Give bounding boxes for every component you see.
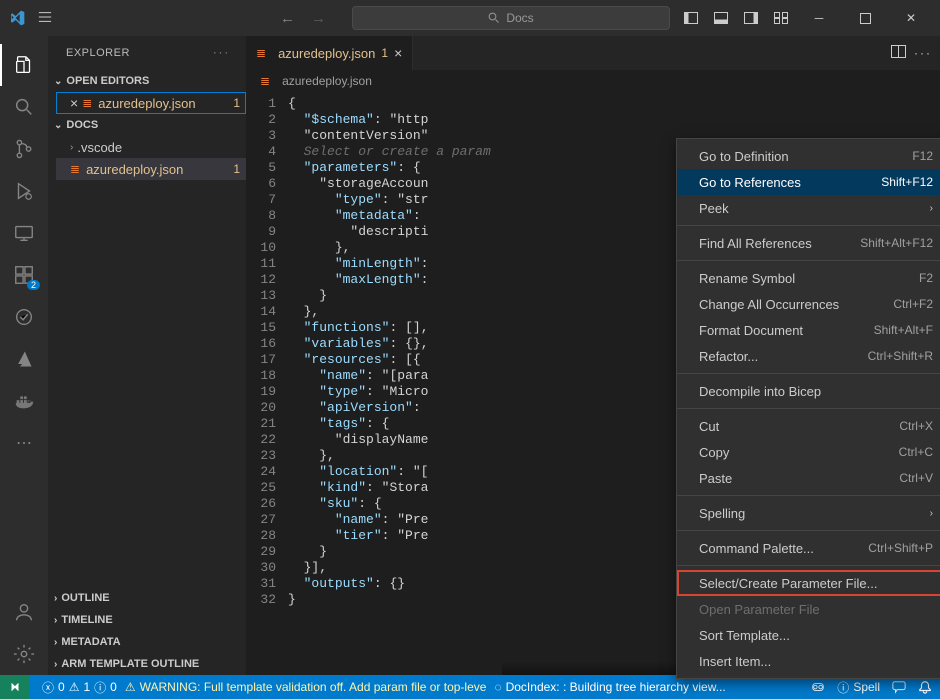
nav-back-button[interactable]: ← [274, 8, 301, 29]
explorer-title: EXPLORER [66, 47, 130, 59]
search-placeholder: Docs [506, 11, 533, 25]
menu-item[interactable]: Sort Template... [677, 622, 940, 648]
editor-tabs: ≣ azuredeploy.json 1 × ··· [246, 36, 940, 70]
window-maximize-button[interactable] [844, 2, 886, 34]
activity-remote-explorer[interactable] [0, 212, 48, 254]
nav-forward-button[interactable]: → [305, 8, 332, 29]
chevron-right-icon: › [54, 637, 57, 648]
menu-item[interactable]: Change All OccurrencesCtrl+F2 [677, 291, 940, 317]
menu-item[interactable]: Spelling› [677, 500, 940, 526]
menu-item[interactable]: Find All ReferencesShift+Alt+F12 [677, 230, 940, 256]
window-minimize-button[interactable]: ─ [798, 2, 840, 34]
layout-primary-icon[interactable] [678, 7, 704, 29]
json-file-icon: ≣ [82, 96, 92, 110]
chevron-right-icon: › [54, 593, 57, 604]
chevron-down-icon: ⌄ [54, 76, 62, 87]
global-search-input[interactable]: Docs [352, 6, 670, 30]
spellcheck-icon: ⓘ [837, 679, 849, 696]
json-file-icon: ≣ [70, 162, 80, 176]
window-close-button[interactable]: ✕ [890, 2, 932, 34]
status-problems[interactable]: ⓧ0 ⚠1 ⓘ0 [42, 679, 117, 696]
editor-context-menu: Go to DefinitionF12Go to ReferencesShift… [676, 138, 940, 679]
section-open-editors[interactable]: ⌄ OPEN EDITORS [48, 70, 246, 92]
activity-more[interactable]: ⋯ [0, 422, 48, 464]
menu-item: Open Parameter File [677, 596, 940, 622]
editor-tab[interactable]: ≣ azuredeploy.json 1 × [246, 36, 413, 70]
json-file-icon: ≣ [260, 74, 270, 88]
activity-extensions[interactable]: 2 [0, 254, 48, 296]
loading-spinner-icon: ◌ [494, 680, 501, 694]
warning-count-icon: ⚠ [69, 680, 80, 694]
explorer-sidebar: EXPLORER ··· ⌄ OPEN EDITORS × ≣ azuredep… [48, 36, 246, 675]
menu-item[interactable]: Peek› [677, 195, 940, 221]
section-workspace[interactable]: ⌄ DOCS [48, 114, 246, 136]
status-copilot[interactable] [811, 680, 825, 694]
menu-item[interactable]: Go to ReferencesShift+F12 [677, 169, 940, 195]
tree-file-azuredeploy[interactable]: ≣ azuredeploy.json 1 [56, 158, 246, 180]
menu-item[interactable]: Rename SymbolF2 [677, 265, 940, 291]
warning-icon: ⚠ [125, 680, 136, 694]
menu-item[interactable]: Format DocumentShift+Alt+F [677, 317, 940, 343]
status-docindex[interactable]: ◌ DocIndex: : Building tree hierarchy vi… [494, 680, 725, 694]
info-count-icon: ⓘ [94, 679, 106, 696]
chevron-right-icon: › [54, 615, 57, 626]
split-editor-icon[interactable] [891, 45, 906, 61]
title-bar: ← → Docs ─ ✕ [0, 0, 940, 36]
activity-explorer[interactable] [0, 44, 48, 86]
section-outline[interactable]: › OUTLINE [48, 587, 246, 609]
activity-settings[interactable] [0, 633, 48, 675]
activity-bar: 2 ⋯ [0, 36, 48, 675]
chevron-right-icon: › [54, 659, 57, 670]
status-spell[interactable]: ⓘ Spell [837, 679, 880, 696]
menu-item[interactable]: CopyCtrl+C [677, 439, 940, 465]
breadcrumb[interactable]: ≣ azuredeploy.json [246, 70, 940, 92]
explorer-more-button[interactable]: ··· [213, 47, 230, 59]
close-editor-button[interactable]: × [70, 95, 78, 111]
activity-run-debug[interactable] [0, 170, 48, 212]
tab-close-button[interactable]: × [394, 45, 402, 61]
vscode-logo-icon [8, 9, 26, 27]
activity-accounts[interactable] [0, 591, 48, 633]
section-timeline[interactable]: › TIMELINE [48, 609, 246, 631]
menu-item[interactable]: Decompile into Bicep [677, 378, 940, 404]
remote-indicator[interactable] [0, 675, 30, 699]
section-arm-outline[interactable]: › ARM TEMPLATE OUTLINE [48, 653, 246, 675]
menu-item[interactable]: CutCtrl+X [677, 413, 940, 439]
chevron-down-icon: ⌄ [54, 120, 62, 131]
editor-area: ≣ azuredeploy.json 1 × ··· ≣ azuredeploy… [246, 36, 940, 675]
menu-item[interactable]: Command Palette...Ctrl+Shift+P [677, 535, 940, 561]
json-file-icon: ≣ [256, 46, 266, 60]
activity-azure[interactable] [0, 338, 48, 380]
menu-item[interactable]: Go to DefinitionF12 [677, 143, 940, 169]
activity-search[interactable] [0, 86, 48, 128]
layout-panel-icon[interactable] [708, 7, 734, 29]
status-warning-message[interactable]: ⚠ WARNING: Full template validation off.… [125, 680, 487, 694]
menu-item[interactable]: Select/Create Parameter File... [677, 570, 940, 596]
error-count-icon: ⓧ [42, 679, 54, 696]
menu-item[interactable]: Insert Item... [677, 648, 940, 674]
status-feedback[interactable] [892, 680, 906, 694]
chevron-right-icon: › [70, 142, 73, 153]
editor-more-button[interactable]: ··· [914, 46, 932, 60]
activity-testing[interactable] [0, 296, 48, 338]
main-menu-button[interactable] [34, 10, 56, 27]
customize-layout-icon[interactable] [768, 7, 794, 29]
activity-source-control[interactable] [0, 128, 48, 170]
menu-item[interactable]: PasteCtrl+V [677, 465, 940, 491]
section-metadata[interactable]: › METADATA [48, 631, 246, 653]
open-editor-item[interactable]: × ≣ azuredeploy.json 1 [56, 92, 246, 114]
layout-secondary-icon[interactable] [738, 7, 764, 29]
menu-item[interactable]: Refactor...Ctrl+Shift+R [677, 343, 940, 369]
tree-folder-vscode[interactable]: › .vscode [56, 136, 246, 158]
status-notifications[interactable] [918, 680, 932, 694]
activity-docker[interactable] [0, 380, 48, 422]
extensions-badge: 2 [27, 280, 40, 290]
